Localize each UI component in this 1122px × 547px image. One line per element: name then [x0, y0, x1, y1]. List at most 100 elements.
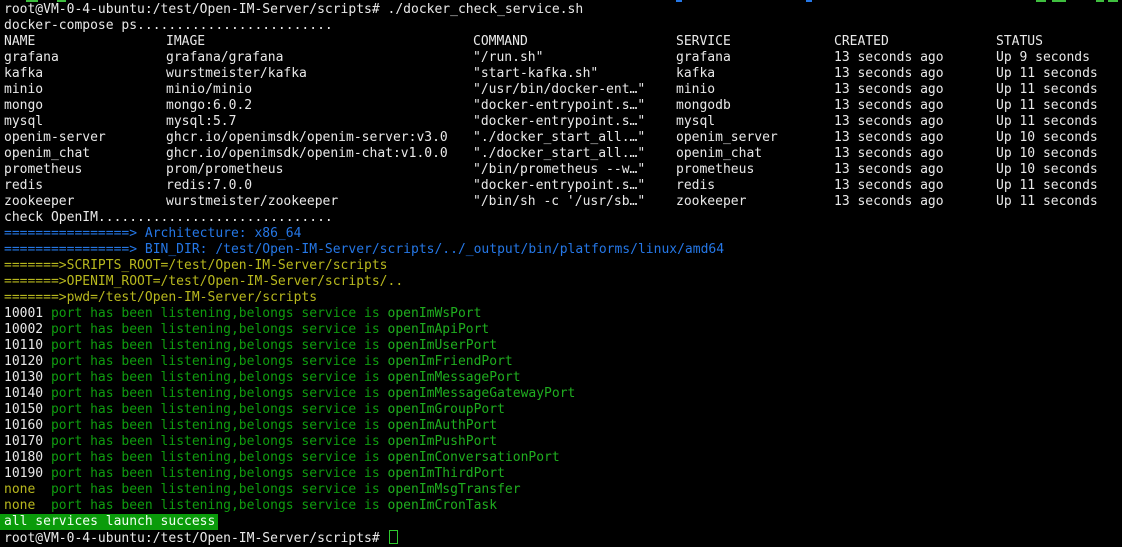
- port-number: 10001: [4, 306, 51, 321]
- container-row: redisredis:7.0.0"docker-entrypoint.s…"re…: [0, 178, 1122, 194]
- port-check-line: 10170 port has been listening,belongs se…: [0, 434, 1122, 450]
- port-service-name: openImPushPort: [388, 434, 498, 449]
- port-check-line: 10160 port has been listening,belongs se…: [0, 418, 1122, 434]
- bin-dir-text: ================> BIN_DIR: /test/Open-IM…: [4, 242, 724, 257]
- cell-image: mongo:6.0.2: [166, 98, 252, 114]
- cell-image: wurstmeister/kafka: [166, 66, 307, 82]
- cell-service: mongodb: [676, 98, 731, 114]
- port-number: 10110: [4, 338, 51, 353]
- cell-created: 13 seconds ago: [834, 178, 944, 194]
- cell-name: mongo: [4, 98, 43, 114]
- cell-command: "start-kafka.sh": [473, 66, 598, 82]
- container-row: openim-server ghcr.io/openimsdk/openim-se…: [0, 130, 1122, 146]
- success-line: all services launch success: [0, 514, 1122, 530]
- port-message: port has been listening,belongs service …: [51, 450, 388, 465]
- cell-status: Up 11 seconds: [996, 66, 1098, 82]
- cell-status: Up 10 seconds: [996, 162, 1098, 178]
- port-check-line: 10120 port has been listening,belongs se…: [0, 354, 1122, 370]
- port-message: port has been listening,belongs service …: [51, 322, 388, 337]
- port-message: port has been listening,belongs service …: [51, 370, 388, 385]
- cell-created: 13 seconds ago: [834, 114, 944, 130]
- cell-image: wurstmeister/zookeeper: [166, 194, 338, 210]
- port-check-lines: 10001 port has been listening,belongs se…: [0, 306, 1122, 514]
- port-message: port has been listening,belongs service …: [51, 498, 388, 513]
- port-message: port has been listening,belongs service …: [51, 418, 388, 433]
- container-row: kafkawurstmeister/kafka"start-kafka.sh"k…: [0, 66, 1122, 82]
- docker-compose-status-line: docker-compose ps.......................…: [0, 18, 1122, 34]
- port-message: port has been listening,belongs service …: [51, 338, 388, 353]
- port-number: 10160: [4, 418, 51, 433]
- scripts-root-text: =======>SCRIPTS_ROOT=/test/Open-IM-Serve…: [4, 258, 388, 273]
- header-image: IMAGE: [166, 34, 205, 50]
- cell-name: openim-server: [4, 130, 106, 146]
- cell-command: "docker-entrypoint.s…": [473, 98, 645, 114]
- port-service-name: openImMessagePort: [388, 370, 521, 385]
- architecture-text: ================> Architecture: x86_64: [4, 226, 301, 241]
- port-number: 10170: [4, 434, 51, 449]
- cell-name: prometheus: [4, 162, 82, 178]
- port-check-line: 10180 port has been listening,belongs se…: [0, 450, 1122, 466]
- header-service: SERVICE: [676, 34, 731, 50]
- port-check-line: none port has been listening,belongs ser…: [0, 482, 1122, 498]
- port-service-name: openImThirdPort: [388, 466, 505, 481]
- header-created: CREATED: [834, 34, 889, 50]
- port-check-line: none port has been listening,belongs ser…: [0, 498, 1122, 514]
- header-name: NAME: [4, 34, 35, 50]
- cell-status: Up 11 seconds: [996, 194, 1098, 210]
- prompt-text: root@VM-0-4-ubuntu:/test/Open-IM-Server/…: [4, 531, 388, 546]
- cell-command: "./docker_start_all.…": [473, 130, 645, 146]
- terminal-window[interactable]: root@VM-0-4-ubuntu:/test/Open-IM-Server/…: [0, 0, 1122, 542]
- ps-table-rows: grafanagrafana/grafana"/run.sh"grafana13…: [0, 50, 1122, 210]
- port-service-name: openImConversationPort: [388, 450, 560, 465]
- port-message: port has been listening,belongs service …: [51, 434, 388, 449]
- cell-name: minio: [4, 82, 43, 98]
- pwd-text: =======>pwd=/test/Open-IM-Server/scripts: [4, 290, 317, 305]
- cell-name: grafana: [4, 50, 59, 66]
- cell-created: 13 seconds ago: [834, 82, 944, 98]
- port-message: port has been listening,belongs service …: [51, 306, 388, 321]
- prompt-line-1: root@VM-0-4-ubuntu:/test/Open-IM-Server/…: [0, 2, 1122, 18]
- port-service-name: openImAuthPort: [388, 418, 498, 433]
- cell-created: 13 seconds ago: [834, 66, 944, 82]
- cell-created: 13 seconds ago: [834, 50, 944, 66]
- port-number: 10140: [4, 386, 51, 401]
- port-message: port has been listening,belongs service …: [51, 482, 388, 497]
- cell-created: 13 seconds ago: [834, 162, 944, 178]
- cell-status: Up 10 seconds: [996, 130, 1098, 146]
- cell-name: mysql: [4, 114, 43, 130]
- cell-name: redis: [4, 178, 43, 194]
- cell-command: "docker-entrypoint.s…": [473, 114, 645, 130]
- cell-image: grafana/grafana: [166, 50, 283, 66]
- port-number: 10130: [4, 370, 51, 385]
- architecture-line: ================> Architecture: x86_64: [0, 226, 1122, 242]
- port-service-name: openImMessageGatewayPort: [388, 386, 576, 401]
- cell-name: zookeeper: [4, 194, 74, 210]
- cell-created: 13 seconds ago: [834, 98, 944, 114]
- container-row: mysql mysql:5.7 "docker-entrypoint.s…" mysq…: [0, 114, 1122, 130]
- cell-command: "./docker_start_all.…": [473, 146, 645, 162]
- port-service-name: openImUserPort: [388, 338, 498, 353]
- port-check-line: 10190 port has been listening,belongs se…: [0, 466, 1122, 482]
- container-row: openim_chatghcr.io/openimsdk/openim-chat…: [0, 146, 1122, 162]
- cell-command: "/usr/bin/docker-ent…": [473, 82, 645, 98]
- cell-service: kafka: [676, 66, 715, 82]
- port-message: port has been listening,belongs service …: [51, 466, 388, 481]
- cell-status: Up 10 seconds: [996, 146, 1098, 162]
- port-service-name: openImMsgTransfer: [388, 482, 521, 497]
- cell-service: mysql: [676, 114, 715, 130]
- check-openim-line: check OpenIM............................…: [0, 210, 1122, 226]
- container-row: mongo mongo:6.0.2 "docker-entrypoint.s…" mo…: [0, 98, 1122, 114]
- cell-service: prometheus: [676, 162, 754, 178]
- port-service-name: openImGroupPort: [388, 402, 505, 417]
- cell-created: 13 seconds ago: [834, 146, 944, 162]
- port-check-line: 10001 port has been listening,belongs se…: [0, 306, 1122, 322]
- cell-image: ghcr.io/openimsdk/openim-server:v3.0: [166, 130, 448, 146]
- port-check-line: 10140 port has been listening,belongs se…: [0, 386, 1122, 402]
- cell-service: grafana: [676, 50, 731, 66]
- check-openim-text: check OpenIM............................…: [4, 210, 333, 225]
- port-number: 10180: [4, 450, 51, 465]
- port-check-line: 10002 port has been listening,belongs se…: [0, 322, 1122, 338]
- cell-image: mysql:5.7: [166, 114, 236, 130]
- prompt-line-2: root@VM-0-4-ubuntu:/test/Open-IM-Server/…: [0, 530, 1122, 546]
- header-command: COMMAND: [473, 34, 528, 50]
